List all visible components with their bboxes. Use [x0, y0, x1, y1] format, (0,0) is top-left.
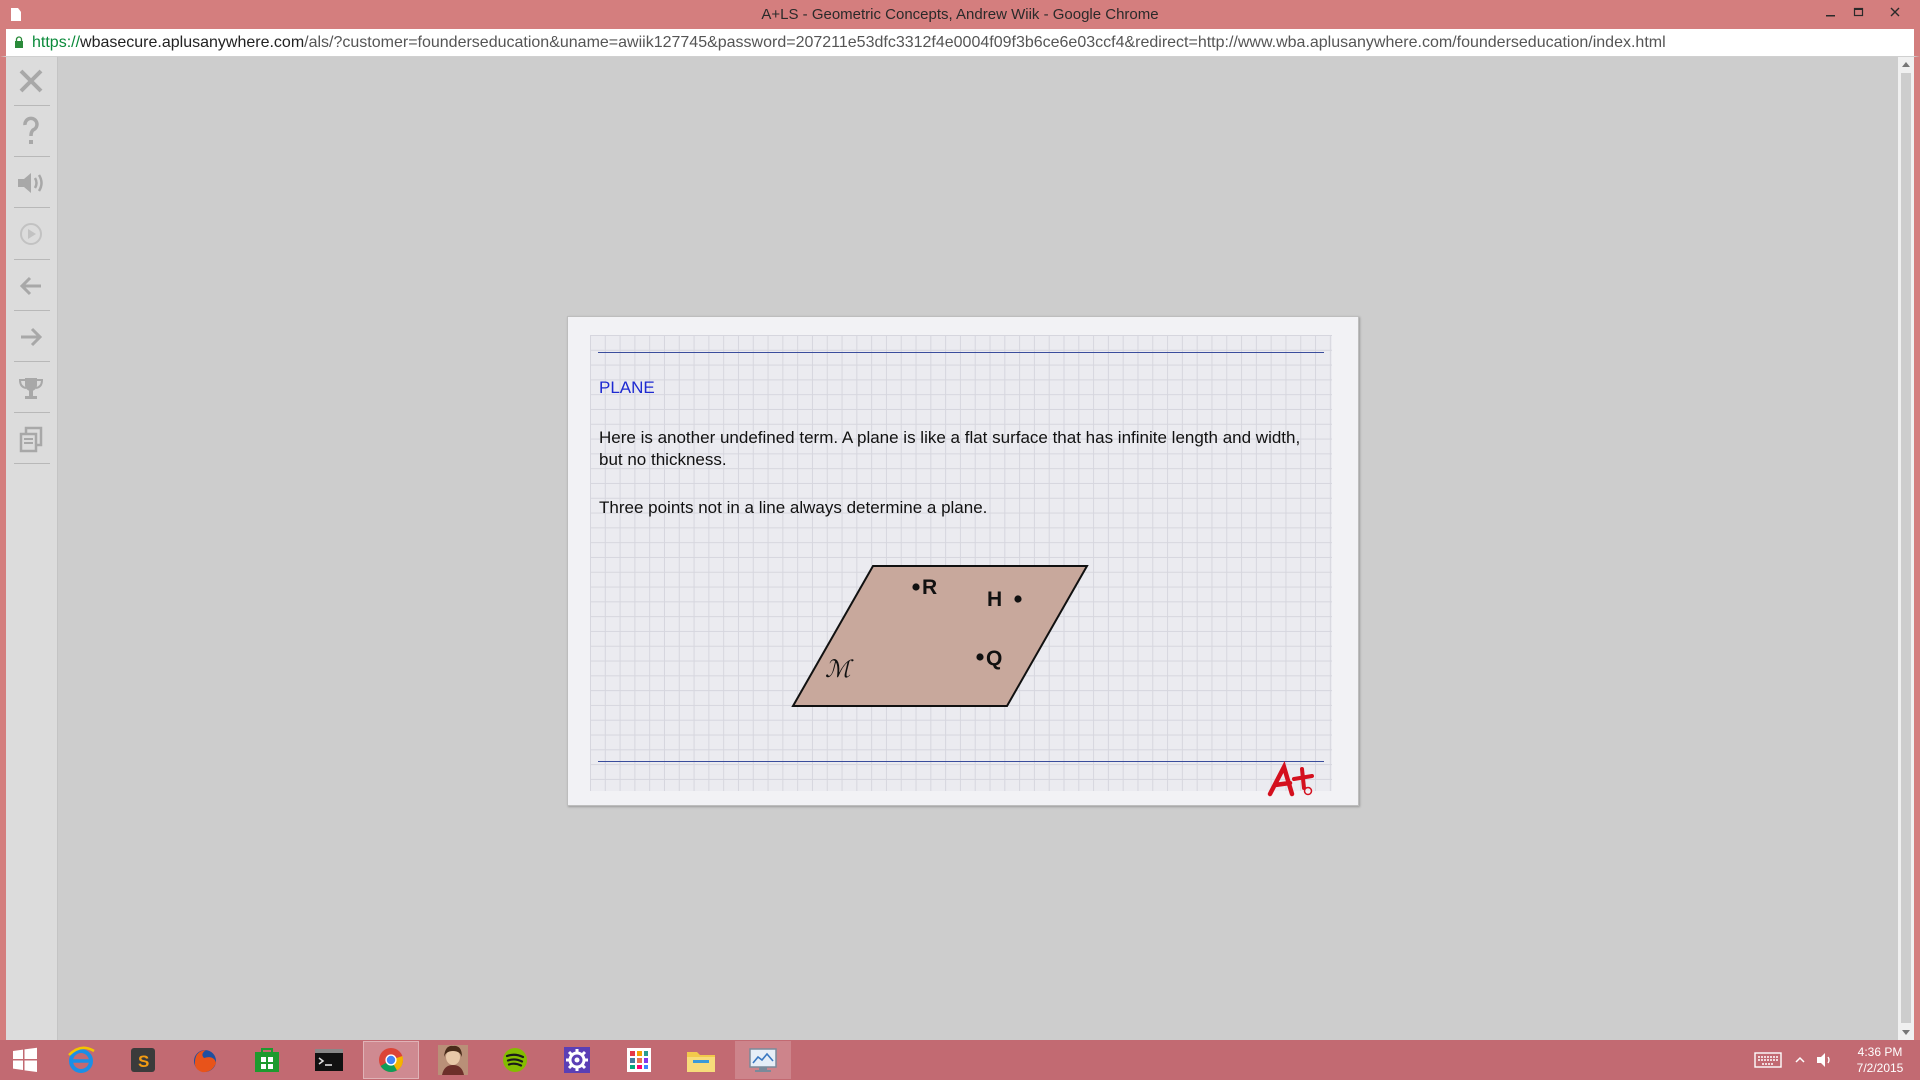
- url-text[interactable]: https://wbasecure.aplusanywhere.com/als/…: [32, 34, 1666, 52]
- point-r-dot: [912, 583, 920, 591]
- question-icon: [23, 116, 39, 144]
- touch-keyboard-button[interactable]: [1750, 1041, 1786, 1079]
- taskbar-command-prompt[interactable]: [301, 1041, 357, 1079]
- minimize-button[interactable]: [1818, 2, 1844, 24]
- chrome-icon: [379, 1048, 404, 1073]
- trophy-icon: [18, 378, 44, 399]
- internet-explorer-icon: [68, 1046, 95, 1073]
- svg-text:S: S: [138, 1052, 149, 1071]
- firefox-icon: [194, 1050, 216, 1073]
- toolbar-divider: [14, 463, 50, 464]
- clock-time: 4:36 PM: [1857, 1045, 1903, 1059]
- lesson-heading: PLANE: [599, 378, 655, 397]
- toolbar-divider: [14, 412, 50, 413]
- toolbar-divider: [14, 156, 50, 157]
- close-icon: [1890, 7, 1900, 17]
- scroll-up-arrow[interactable]: [1902, 62, 1910, 67]
- trophy-button[interactable]: [12, 368, 50, 408]
- taskbar-spotify[interactable]: [487, 1041, 543, 1079]
- point-h-dot: [1014, 595, 1022, 603]
- portrait-icon: [438, 1045, 468, 1075]
- forward-button[interactable]: [12, 317, 50, 357]
- top-rule: [598, 352, 1324, 353]
- fact-paragraph: Three points not in a line always determ…: [599, 498, 988, 517]
- taskbar-photo-app[interactable]: [425, 1041, 481, 1079]
- plane-shape: [791, 565, 1089, 707]
- lock-icon: [15, 36, 23, 48]
- taskbar-remote-desktop[interactable]: [735, 1041, 791, 1079]
- volume-button[interactable]: [1812, 1041, 1838, 1079]
- taskbar-internet-explorer[interactable]: [53, 1041, 109, 1079]
- maximize-icon: [1853, 7, 1864, 17]
- url-host: wbasecure.aplusanywhere.com: [80, 34, 305, 51]
- address-bar[interactable]: https://wbasecure.aplusanywhere.com/als/…: [0, 29, 1920, 57]
- point-r-label: R: [922, 576, 937, 599]
- speaker-icon: [18, 173, 43, 193]
- maximize-button[interactable]: [1846, 2, 1872, 24]
- point-q-label: Q: [986, 647, 1002, 670]
- keyboard-icon: [1754, 1052, 1782, 1068]
- sublime-text-icon: S: [131, 1048, 155, 1072]
- lesson-card: PLANE Here is another undefined term. A …: [567, 316, 1359, 806]
- audio-button[interactable]: [12, 163, 50, 203]
- graph-paper: PLANE Here is another undefined term. A …: [590, 335, 1332, 797]
- scrollbar-thumb[interactable]: [1901, 73, 1911, 1023]
- arrow-left-icon: [19, 276, 41, 296]
- tray-overflow-button[interactable]: [1790, 1041, 1810, 1079]
- toolbar-divider: [14, 310, 50, 311]
- definition-paragraph: Here is another undefined term. A plane …: [599, 428, 1301, 469]
- aplus-logo: [1267, 761, 1314, 797]
- back-button[interactable]: [12, 266, 50, 306]
- close-icon: [19, 69, 43, 93]
- bottom-rule: [598, 761, 1324, 762]
- taskbar-sublime-text[interactable]: S: [115, 1041, 171, 1079]
- monitor-icon: [749, 1048, 777, 1072]
- taskbar-settings[interactable]: [549, 1041, 605, 1079]
- chevron-up-icon: [1795, 1056, 1805, 1063]
- spotify-icon: [503, 1048, 527, 1072]
- point-h-label: H: [987, 588, 1002, 611]
- play-icon: [20, 223, 42, 245]
- point-q-dot: [976, 653, 984, 661]
- app-grid-icon: [627, 1048, 651, 1072]
- toolbar-divider: [14, 259, 50, 260]
- scroll-down-arrow[interactable]: [1902, 1030, 1910, 1035]
- gear-icon: [564, 1047, 590, 1073]
- arrow-right-icon: [21, 327, 43, 347]
- taskbar-clock[interactable]: 4:36 PM 7/2/2015: [1840, 1044, 1920, 1076]
- window-title: A+LS - Geometric Concepts, Andrew Wiik -…: [761, 6, 1159, 23]
- toolbar-divider: [14, 207, 50, 208]
- toolbar-divider: [14, 105, 50, 106]
- play-button[interactable]: [12, 214, 50, 254]
- speaker-icon: [1817, 1053, 1830, 1067]
- title-bar: A+LS - Geometric Concepts, Andrew Wiik -…: [0, 0, 1920, 29]
- command-prompt-icon: [315, 1049, 343, 1071]
- taskbar-file-explorer[interactable]: [673, 1041, 729, 1079]
- close-lesson-button[interactable]: [12, 61, 50, 101]
- window-frame-right: [1914, 57, 1920, 1040]
- folder-icon: [687, 1052, 715, 1072]
- taskbar: S: [0, 1040, 1920, 1080]
- lesson-toolbar: [6, 57, 58, 1040]
- url-path: /als/?customer=founderseducation&uname=a…: [304, 34, 1666, 51]
- pages-icon: [19, 426, 43, 453]
- windows-logo-icon: [13, 1047, 37, 1072]
- store-icon: [255, 1048, 279, 1072]
- vertical-scrollbar[interactable]: [1898, 57, 1914, 1040]
- taskbar-firefox[interactable]: [177, 1041, 233, 1079]
- clock-date: 7/2/2015: [1856, 1061, 1904, 1075]
- plane-label: ℳ: [825, 657, 854, 683]
- help-button[interactable]: [12, 112, 50, 152]
- start-button[interactable]: [0, 1041, 50, 1079]
- url-scheme: https://: [32, 34, 81, 51]
- close-window-button[interactable]: [1882, 2, 1908, 24]
- plane-diagram: R H Q ℳ: [791, 565, 1089, 707]
- taskbar-chrome[interactable]: [363, 1041, 419, 1079]
- minimize-icon: [1826, 15, 1835, 17]
- taskbar-apps[interactable]: [611, 1041, 667, 1079]
- glossary-button[interactable]: [12, 419, 50, 459]
- toolbar-divider: [14, 361, 50, 362]
- taskbar-store[interactable]: [239, 1041, 295, 1079]
